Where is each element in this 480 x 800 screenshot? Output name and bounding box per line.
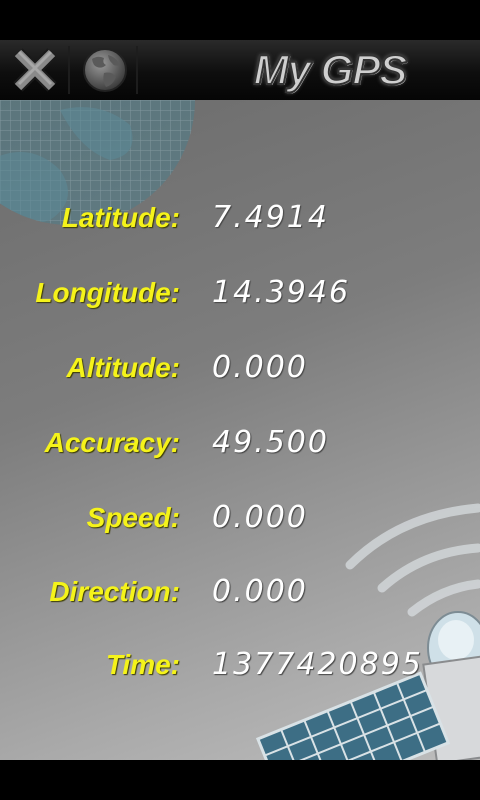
close-x-icon	[13, 48, 57, 92]
gps-info-panel: Latitude: 7.4914 Longitude: 14.3946 Alti…	[0, 100, 480, 760]
longitude-value: 14.3946	[212, 275, 351, 310]
screen: My GPS Latitude: 7.4914 Longitude: 14.39…	[0, 0, 480, 800]
bottom-bar	[0, 760, 480, 800]
accuracy-value: 49.500	[212, 425, 329, 460]
speed-label: Speed:	[86, 502, 180, 533]
accuracy-row: Accuracy: 49.500	[0, 418, 480, 468]
direction-label: Direction:	[49, 576, 180, 607]
direction-row: Direction: 0.000	[0, 567, 480, 617]
toolbar-separator	[136, 46, 138, 94]
latitude-value: 7.4914	[212, 200, 329, 235]
longitude-row: Longitude: 14.3946	[0, 268, 480, 318]
altitude-value: 0.000	[212, 350, 308, 385]
globe-icon	[83, 48, 127, 92]
latitude-label: Latitude:	[61, 202, 180, 233]
altitude-row: Altitude: 0.000	[0, 343, 480, 393]
app-title: My GPS	[253, 45, 409, 94]
direction-value: 0.000	[212, 574, 308, 609]
longitude-label: Longitude:	[35, 277, 180, 308]
speed-row: Speed: 0.000	[0, 493, 480, 543]
accuracy-label: Accuracy:	[44, 427, 180, 458]
time-value: 1377420895	[212, 647, 423, 682]
time-label: Time:	[105, 649, 180, 680]
close-button[interactable]	[2, 40, 68, 100]
globe-button[interactable]	[72, 40, 138, 100]
status-bar	[0, 0, 480, 40]
toolbar: My GPS	[0, 40, 480, 101]
toolbar-separator	[68, 46, 70, 94]
speed-value: 0.000	[212, 500, 308, 535]
time-row: Time: 1377420895	[0, 640, 480, 690]
latitude-row: Latitude: 7.4914	[0, 193, 480, 243]
altitude-label: Altitude:	[66, 352, 180, 383]
